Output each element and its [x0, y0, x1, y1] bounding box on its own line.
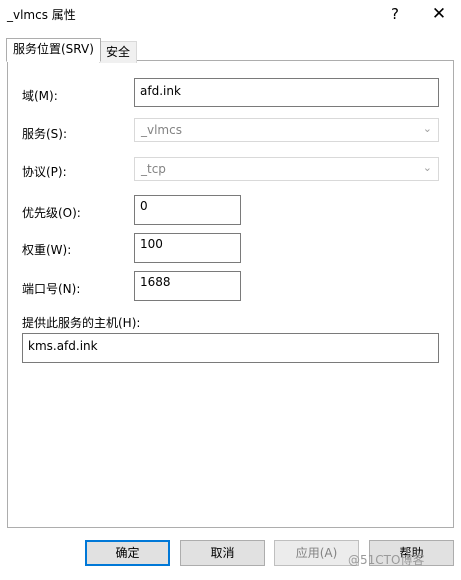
tab-security[interactable]: 安全: [99, 41, 138, 63]
close-icon[interactable]: ✕: [417, 0, 461, 30]
service-select[interactable]: _vlmcs ⌄: [134, 118, 439, 142]
tab-srv[interactable]: 服务位置(SRV): [6, 38, 101, 62]
host-label: 提供此服务的主机(H):: [22, 316, 141, 330]
priority-label: 优先级(O):: [22, 206, 81, 220]
host-field[interactable]: kms.afd.ink: [22, 333, 439, 363]
weight-label: 权重(W):: [22, 243, 72, 257]
port-label: 端口号(N):: [22, 282, 81, 296]
watermark: @51CTO博客: [348, 553, 425, 567]
cancel-button[interactable]: 取消: [180, 540, 265, 566]
service-value: _vlmcs: [141, 123, 182, 137]
domain-field[interactable]: afd.ink: [134, 78, 439, 107]
title-bar: _vlmcs 属性 ? ✕: [0, 0, 461, 30]
priority-field[interactable]: 0: [134, 195, 241, 225]
service-label: 服务(S):: [22, 127, 68, 141]
ok-button[interactable]: 确定: [85, 540, 170, 566]
port-field[interactable]: 1688: [134, 271, 241, 301]
protocol-label: 协议(P):: [22, 165, 67, 179]
protocol-select[interactable]: _tcp ⌄: [134, 157, 439, 181]
domain-label: 域(M):: [22, 89, 58, 103]
chevron-down-icon: ⌄: [422, 161, 432, 174]
protocol-value: _tcp: [141, 162, 166, 176]
weight-field[interactable]: 100: [134, 233, 241, 263]
chevron-down-icon: ⌄: [422, 122, 432, 135]
help-icon[interactable]: ?: [373, 0, 417, 30]
apply-button[interactable]: 应用(A): [274, 540, 359, 566]
window-title: _vlmcs 属性: [7, 8, 76, 22]
